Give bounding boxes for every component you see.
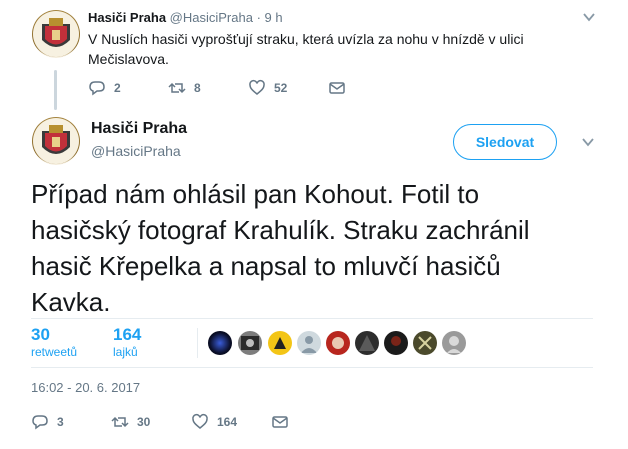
like-stat[interactable]: 164 lajků	[113, 325, 141, 359]
liker-avatar[interactable]	[355, 331, 379, 355]
main-caret-icon[interactable]	[581, 135, 595, 149]
main-author-name[interactable]: Hasiči Praha	[91, 120, 187, 138]
envelope-icon	[329, 82, 345, 94]
liker-avatar[interactable]	[384, 331, 408, 355]
liker-avatar[interactable]	[208, 331, 232, 355]
main-reply-count: 3	[57, 415, 64, 429]
reply-text-line-2: Mečislavova.	[88, 51, 169, 67]
stats-top-divider	[31, 318, 593, 319]
retweet-stat[interactable]: 30 retweetů	[31, 325, 77, 359]
main-retweet-count: 30	[137, 415, 151, 429]
reply-timestamp[interactable]: 9 h	[265, 10, 283, 25]
main-avatar[interactable]	[32, 117, 80, 165]
main-text-line-4: Kavka.	[31, 287, 111, 317]
reply-caret-icon[interactable]	[582, 10, 596, 24]
liker-avatar[interactable]	[238, 331, 262, 355]
reply-icon	[32, 415, 48, 430]
main-like-button[interactable]: 164	[191, 413, 237, 431]
main-text-line-3: hasič Křepelka a napsal to mluvčí hasičů	[31, 251, 501, 281]
main-reply-button[interactable]: 3	[31, 413, 64, 431]
main-tweet-text: Případ nám ohlásil pan Kohout. Fotil to …	[31, 176, 591, 320]
reply-retweet-button[interactable]: 8	[168, 79, 201, 97]
retweet-icon	[111, 416, 129, 428]
like-stat-count: 164	[113, 325, 142, 344]
retweet-stat-label: retweetů	[31, 345, 78, 359]
liker-avatar[interactable]	[326, 331, 350, 355]
main-text-line-2: hasičský fotograf Krahulík. Straku zachr…	[31, 215, 530, 245]
main-timestamp[interactable]: 16:02 - 20. 6. 2017	[31, 380, 140, 395]
reply-time-separator: ·	[256, 10, 261, 25]
main-text-line-1: Případ nám ohlásil pan Kohout. Fotil to	[31, 179, 480, 209]
liker-avatar[interactable]	[268, 331, 292, 355]
reply-dm-button[interactable]	[328, 79, 354, 97]
retweet-stat-count: 30	[31, 325, 50, 344]
heart-icon	[249, 79, 265, 95]
heart-icon	[192, 413, 208, 429]
reply-icon	[89, 81, 105, 96]
liker-avatar[interactable]	[297, 331, 321, 355]
reply-author-name[interactable]: Hasiči Praha	[88, 10, 166, 25]
reply-text: V Nuslích hasiči vyprošťují straku, kter…	[88, 29, 588, 69]
stats-bottom-divider	[31, 367, 593, 368]
stats-vertical-divider	[197, 328, 198, 358]
like-stat-label: lajků	[113, 345, 138, 359]
main-dm-button[interactable]	[271, 413, 297, 431]
reply-like-count: 52	[274, 81, 288, 95]
envelope-icon	[272, 416, 288, 428]
thread-connector-line	[54, 70, 57, 110]
liker-avatar[interactable]	[413, 331, 437, 355]
reply-text-line-1: V Nuslích hasiči vyprošťují straku, kter…	[88, 31, 524, 47]
reply-reply-button[interactable]: 2	[88, 79, 121, 97]
main-retweet-button[interactable]: 30	[111, 413, 150, 431]
follow-button[interactable]: Sledovat	[453, 124, 557, 160]
reply-retweet-count: 8	[194, 81, 201, 95]
main-author-handle[interactable]: @HasiciPraha	[91, 143, 181, 159]
retweet-icon	[168, 82, 186, 94]
reply-reply-count: 2	[114, 81, 121, 95]
main-like-count: 164	[217, 415, 238, 429]
reply-author-handle[interactable]: @HasiciPraha	[170, 10, 253, 25]
reply-like-button[interactable]: 52	[248, 79, 287, 97]
reply-avatar[interactable]	[32, 10, 80, 58]
liker-avatar[interactable]	[442, 331, 466, 355]
